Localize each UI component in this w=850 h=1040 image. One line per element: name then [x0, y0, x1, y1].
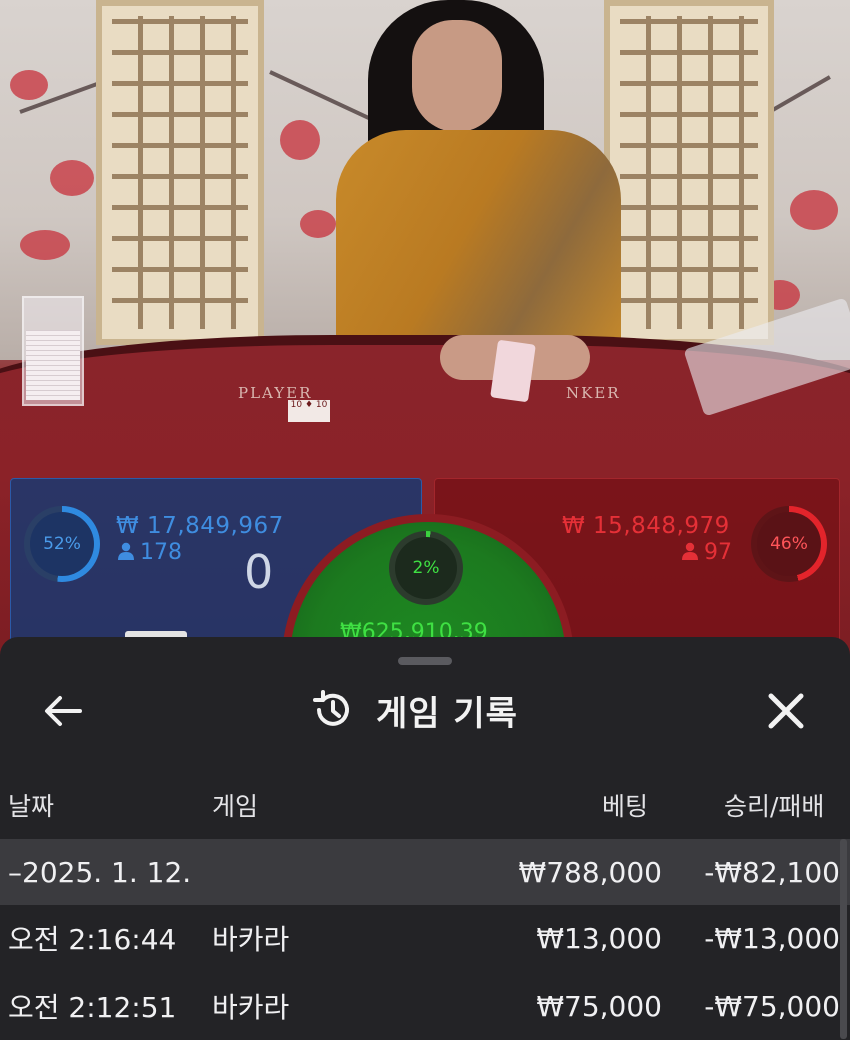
sheet-drag-handle[interactable]	[398, 657, 452, 665]
history-result: -₩75,000	[704, 989, 840, 1023]
history-row[interactable]: 오전 2:16:44 바카라 ₩13,000 -₩13,000	[0, 907, 850, 969]
blossom	[790, 190, 838, 230]
blossom	[20, 230, 70, 260]
player-bettor-count: 178	[118, 540, 182, 565]
banker-bettor-count-value: 97	[704, 540, 732, 565]
blossom	[10, 70, 48, 100]
dealer	[336, 130, 621, 360]
close-button[interactable]	[760, 685, 812, 737]
playing-card	[490, 339, 536, 403]
card-stack	[26, 330, 80, 400]
table-card: 10 ♦ 10	[288, 400, 330, 422]
column-header-bet: 베팅	[602, 792, 649, 821]
blossom	[300, 210, 336, 238]
history-time: 오전 2:12:51	[8, 991, 177, 1024]
game-history-sheet: 게임 기록 날짜 게임 베팅 승리/패배 –2025. 1. 12. ₩788,…	[0, 637, 850, 1040]
history-bet: ₩13,000	[536, 921, 662, 955]
player-percent: 52%	[30, 512, 94, 576]
column-header-date: 날짜	[8, 792, 55, 821]
person-icon	[682, 542, 698, 560]
close-icon	[768, 693, 804, 729]
player-bettor-count-value: 178	[140, 540, 182, 565]
arrow-left-icon	[45, 696, 82, 726]
tie-percent-ring: 2%	[389, 531, 463, 605]
history-game: 바카라	[212, 923, 290, 956]
history-game: 바카라	[212, 991, 290, 1024]
lattice-screen-left	[96, 0, 264, 345]
person-icon	[118, 542, 134, 560]
banker-bettor-count: 97	[682, 540, 732, 565]
history-time: 오전 2:16:44	[8, 923, 177, 956]
history-bet: ₩75,000	[536, 989, 662, 1023]
date-group-label: –2025. 1. 12.	[8, 855, 192, 889]
history-row[interactable]: 오전 2:12:51 바카라 ₩75,000 -₩75,000	[0, 975, 850, 1037]
history-result: -₩13,000	[704, 921, 840, 955]
column-header-result: 승리/패배	[724, 792, 825, 821]
player-bet-total: ₩ 17,849,967	[116, 513, 284, 539]
sheet-header: 게임 기록	[310, 685, 518, 735]
player-percent-ring: 52%	[24, 506, 100, 582]
banker-percent: 46%	[757, 512, 821, 576]
player-score: 0	[244, 545, 274, 599]
tie-percent: 2%	[395, 537, 457, 599]
dealer-face	[412, 20, 502, 132]
sheet-title: 게임 기록	[376, 693, 518, 734]
date-group-row[interactable]: –2025. 1. 12. ₩788,000 -₩82,100	[0, 839, 850, 905]
column-header-game: 게임	[212, 792, 259, 821]
history-icon	[313, 690, 349, 726]
date-group-result-total: -₩82,100	[704, 855, 840, 889]
scrollbar[interactable]	[840, 839, 847, 1039]
live-video-feed: PLAYER NKER 10 ♦ 10 52% ₩ 17,849,967 178…	[0, 0, 850, 660]
table-label-banker: NKER	[566, 384, 621, 402]
banker-percent-ring: 46%	[751, 506, 827, 582]
blossom	[280, 120, 320, 160]
lattice-screen-right	[604, 0, 774, 345]
banker-bet-total: ₩ 15,848,979	[562, 513, 730, 539]
date-group-bet-total: ₩788,000	[518, 855, 662, 889]
blossom	[50, 160, 94, 196]
back-button[interactable]	[40, 687, 88, 735]
